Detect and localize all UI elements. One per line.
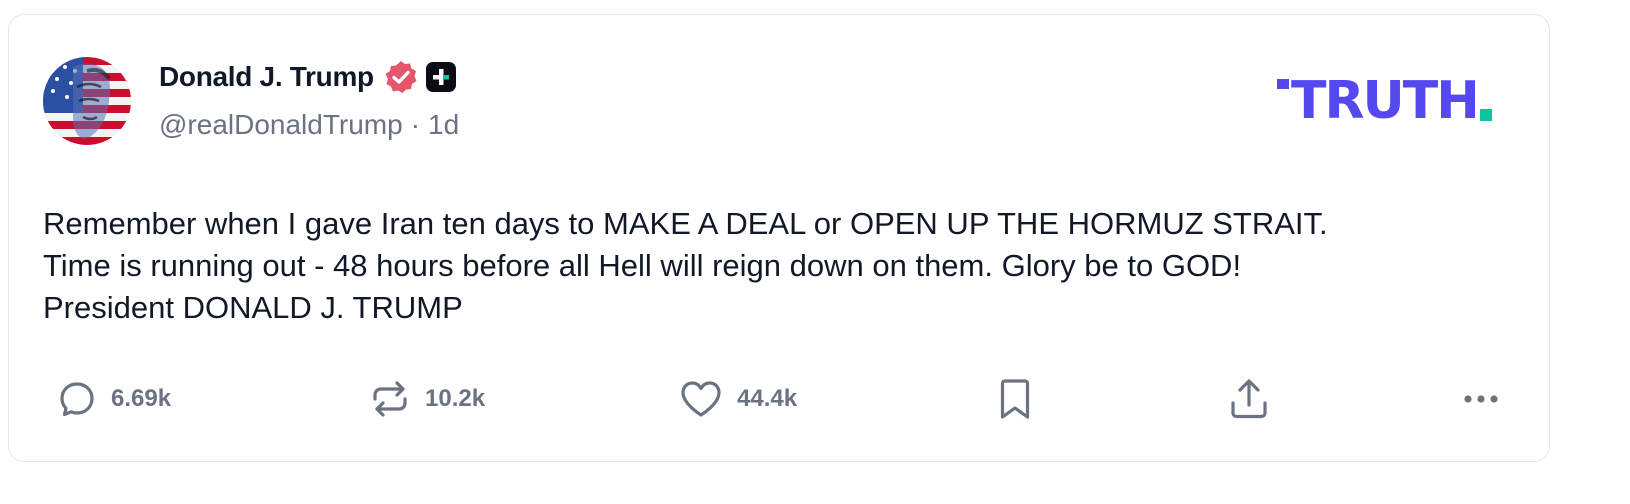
author-name-row: Donald J. Trump	[159, 55, 456, 99]
separator-dot: ·	[410, 109, 421, 140]
action-bar: 6.69k 10.2k 44.4k	[9, 375, 1549, 423]
reply-count: 6.69k	[111, 385, 172, 412]
more-icon	[1464, 395, 1498, 403]
avatar[interactable]	[43, 57, 131, 145]
logo-tick	[1277, 79, 1289, 89]
logo-period	[1479, 109, 1492, 121]
post-body: Remember when I gave Iran ten days to MA…	[43, 203, 1523, 329]
share-button[interactable]	[1227, 375, 1271, 423]
avatar-image	[43, 57, 131, 145]
reply-button[interactable]: 6.69k	[57, 375, 171, 423]
repost-button[interactable]: 10.2k	[369, 375, 485, 423]
post-card: Donald J. Trump @realDonaldTrump · 1d TR…	[8, 14, 1550, 462]
share-icon	[1231, 379, 1267, 419]
repost-count: 10.2k	[425, 385, 486, 412]
author-handle-row: @realDonaldTrump · 1d	[159, 109, 459, 141]
logo-text: TRUTH	[1291, 71, 1480, 131]
author-handle[interactable]: @realDonaldTrump	[159, 109, 403, 141]
verified-badge-icon	[385, 61, 417, 93]
like-button[interactable]: 44.4k	[679, 375, 797, 423]
post-body-line: President DONALD J. TRUMP	[43, 290, 463, 325]
post-timestamp[interactable]: 1d	[428, 109, 459, 141]
author-display-name[interactable]: Donald J. Trump	[159, 61, 374, 93]
repost-icon	[373, 381, 407, 417]
reply-icon	[60, 382, 94, 417]
truth-plus-icon	[425, 62, 456, 92]
bookmark-button[interactable]	[997, 375, 1033, 423]
bookmark-icon	[1000, 379, 1030, 419]
more-options-button[interactable]	[1461, 375, 1501, 423]
heart-icon	[681, 381, 721, 417]
post-body-line: Remember when I gave Iran ten days to MA…	[43, 206, 1328, 241]
post-body-line: Time is running out - 48 hours before al…	[43, 248, 1242, 283]
like-count: 44.4k	[737, 385, 798, 412]
truth-social-logo: TRUTH	[1277, 75, 1492, 127]
